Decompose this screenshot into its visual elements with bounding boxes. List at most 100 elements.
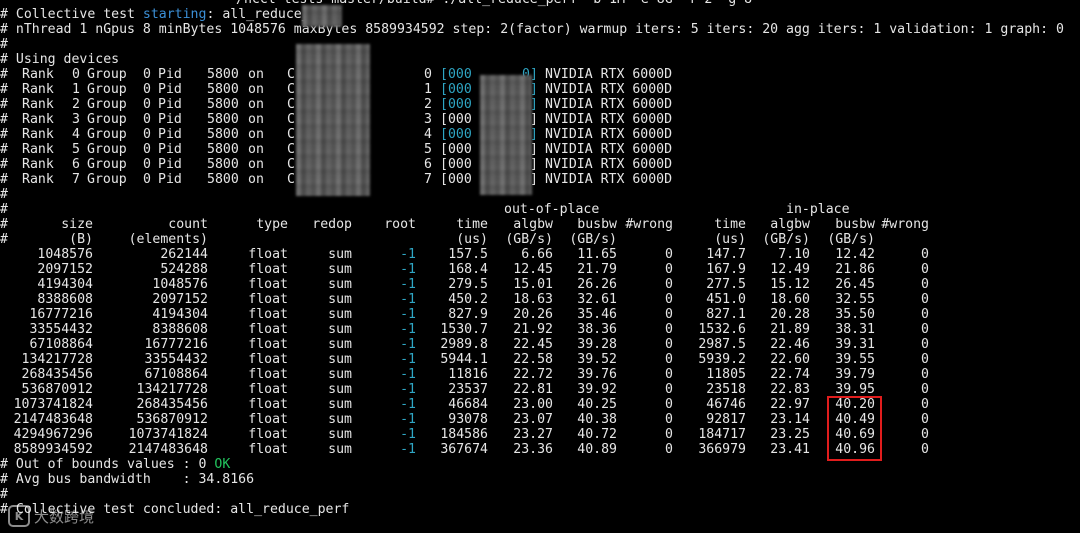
- group-label: Group: [87, 172, 127, 187]
- hash: #: [0, 67, 8, 82]
- result-cell: 0: [921, 277, 929, 292]
- rank-value: 6: [72, 157, 80, 172]
- result-cell: 268435456: [21, 367, 93, 382]
- using-devices-line: # Using devices: [0, 52, 119, 67]
- collective-prefix: # Collective test: [0, 7, 143, 22]
- terminal-window[interactable]: /nccl-tests-master/build# ./all_reduce_p…: [0, 0, 1080, 533]
- watermark-text: 大数跨境: [34, 507, 95, 526]
- result-cell: 2097152: [37, 262, 93, 277]
- group-value: 0: [143, 157, 151, 172]
- column-header: #wrong: [881, 217, 929, 232]
- comment-line: #: [0, 487, 8, 502]
- device-index: 1: [424, 82, 432, 97]
- result-cell: 67108864: [29, 337, 93, 352]
- host-value: C: [287, 157, 295, 172]
- pid-value: 5800: [207, 127, 239, 142]
- pid-value: 5800: [207, 112, 239, 127]
- group-label: Group: [87, 157, 127, 172]
- result-cell: 2147483648: [13, 412, 93, 427]
- result-cell: 33554432: [29, 322, 93, 337]
- gpu-name: NVIDIA RTX 6000D: [545, 97, 673, 112]
- bus-id-start: [000: [440, 82, 472, 97]
- group-label: Group: [87, 127, 127, 142]
- rank-label: Rank: [22, 127, 54, 142]
- column-header: (elements): [128, 232, 208, 247]
- host-value: C: [287, 142, 295, 157]
- rank-value: 1: [72, 82, 80, 97]
- device-index: 0: [424, 67, 432, 82]
- result-cell: 0: [921, 247, 929, 262]
- result-cell: 0: [921, 367, 929, 382]
- rank-label: Rank: [22, 82, 54, 97]
- avg-bandwidth-text: # Avg bus bandwidth : 34.8166: [0, 472, 255, 487]
- host-value: C: [287, 112, 295, 127]
- hash: #: [0, 127, 8, 142]
- bus-id-start: [000: [440, 172, 472, 187]
- group-value: 0: [143, 67, 151, 82]
- pid-label: Pid: [158, 112, 182, 127]
- bus-id-start: [000: [440, 142, 472, 157]
- watermark: K 大数跨境: [8, 503, 94, 529]
- pid-label: Pid: [158, 172, 182, 187]
- out-of-bounds-text: # Out of bounds values : 0: [0, 457, 215, 472]
- device-index: 4: [424, 127, 432, 142]
- avg-bandwidth-line: # Avg bus bandwidth : 34.8166: [0, 472, 254, 487]
- pid-label: Pid: [158, 142, 182, 157]
- bus-id-start: [000: [440, 127, 472, 142]
- device-index: 2: [424, 97, 432, 112]
- pid-label: Pid: [158, 127, 182, 142]
- result-cell: 1048576: [37, 247, 93, 262]
- pid-value: 5800: [207, 157, 239, 172]
- result-cell: 0: [921, 292, 929, 307]
- group-value: 0: [143, 82, 151, 97]
- on-label: on: [248, 97, 264, 112]
- rank-value: 5: [72, 142, 80, 157]
- device-index: 6: [424, 157, 432, 172]
- bus-id-start: [000: [440, 67, 472, 82]
- group-value: 0: [143, 97, 151, 112]
- result-cell: 4194304: [37, 277, 93, 292]
- column-header: (GB/s): [827, 232, 875, 247]
- watermark-logo-icon: K: [8, 505, 30, 527]
- hash: #: [0, 202, 8, 217]
- pid-value: 5800: [207, 97, 239, 112]
- result-cell: 0: [921, 382, 929, 397]
- rank-value: 0: [72, 67, 80, 82]
- in-place-label: in-place: [786, 202, 850, 217]
- column-header: size: [61, 217, 93, 232]
- pid-label: Pid: [158, 82, 182, 97]
- column-header: (GB/s): [569, 232, 617, 247]
- pid-label: Pid: [158, 97, 182, 112]
- host-value: C: [287, 67, 295, 82]
- rank-label: Rank: [22, 142, 54, 157]
- out-of-place-label: out-of-place: [504, 202, 600, 217]
- on-label: on: [248, 142, 264, 157]
- pid-value: 5800: [207, 82, 239, 97]
- gpu-name: NVIDIA RTX 6000D: [545, 172, 673, 187]
- result-cell: 8589934592: [13, 442, 93, 457]
- bus-id-start: [000: [440, 97, 472, 112]
- host-value: C: [287, 127, 295, 142]
- bus-id-start: [000: [440, 157, 472, 172]
- column-header: (B): [69, 232, 93, 247]
- using-devices-text: # Using devices: [0, 52, 120, 67]
- bus-id-start: [000: [440, 112, 472, 127]
- hash: #: [0, 142, 8, 157]
- on-label: on: [248, 112, 264, 127]
- result-cell: 1073741824: [13, 397, 93, 412]
- rank-label: Rank: [22, 112, 54, 127]
- result-cell: 0: [921, 307, 929, 322]
- pid-value: 5800: [207, 67, 239, 82]
- hash: #: [0, 112, 8, 127]
- host-value: C: [287, 82, 295, 97]
- device-index: 3: [424, 112, 432, 127]
- group-value: 0: [143, 112, 151, 127]
- comment-line: #: [0, 187, 8, 202]
- result-cell: 0: [921, 322, 929, 337]
- pid-value: 5800: [207, 142, 239, 157]
- redaction-blur: [480, 75, 532, 195]
- result-cell: 8388608: [37, 292, 93, 307]
- host-value: C: [287, 97, 295, 112]
- params-text: # nThread 1 nGpus 8 minBytes 1048576 max…: [0, 22, 1064, 37]
- gpu-name: NVIDIA RTX 6000D: [545, 142, 673, 157]
